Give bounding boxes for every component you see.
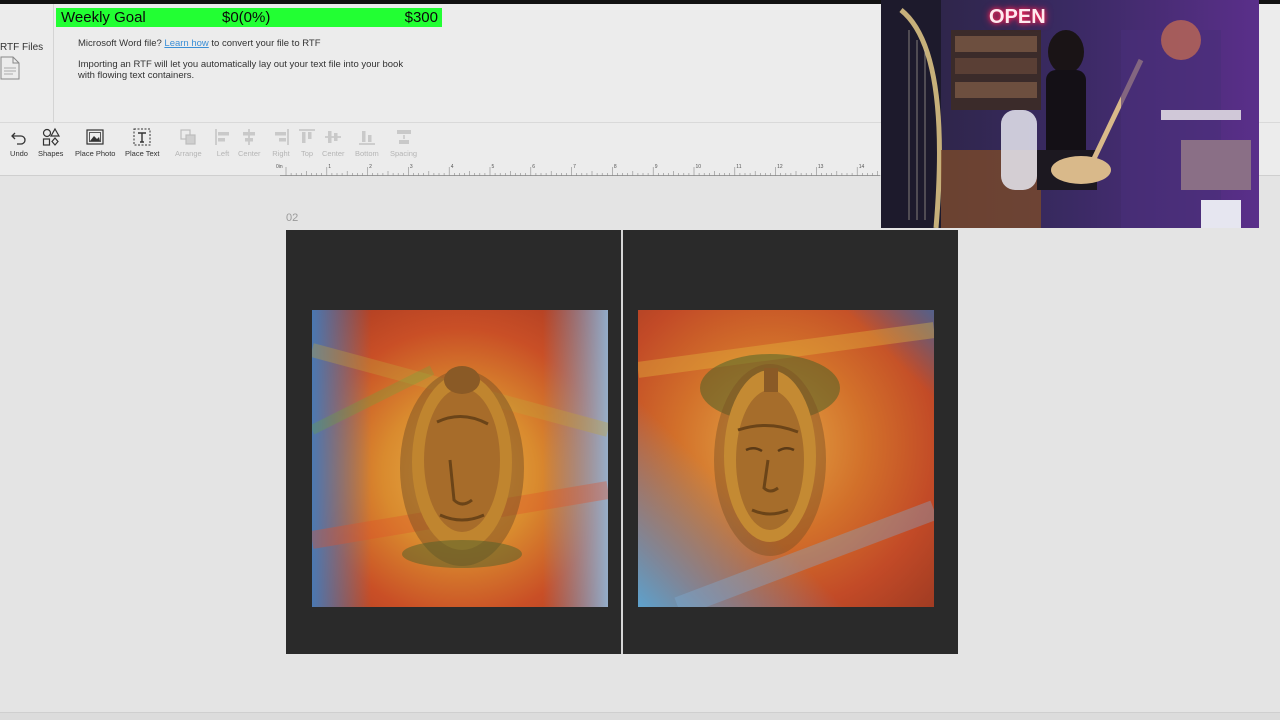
align-bottom-button[interactable]: Bottom bbox=[355, 127, 379, 161]
shapes-button[interactable]: Shapes bbox=[38, 127, 63, 161]
undo-button[interactable]: Undo bbox=[9, 127, 29, 161]
photo-icon bbox=[86, 129, 104, 145]
shapes-icon bbox=[42, 127, 60, 146]
webcam-overlay: OPEN bbox=[881, 0, 1259, 228]
weekly-goal-target: $300 bbox=[404, 9, 438, 26]
place-text-button[interactable]: Place Text bbox=[125, 127, 159, 161]
ruler-label: 14 bbox=[859, 164, 865, 170]
ruler-label: 9 bbox=[655, 164, 658, 170]
ruler-label: 12 bbox=[777, 164, 783, 170]
page-number: 02 bbox=[286, 212, 299, 224]
align-left-icon bbox=[215, 129, 229, 145]
learn-how-link[interactable]: Learn how bbox=[164, 38, 208, 49]
webcam-scene bbox=[881, 0, 1259, 228]
align-top-icon bbox=[299, 129, 315, 143]
left-page[interactable] bbox=[286, 230, 621, 654]
book-spread[interactable] bbox=[286, 230, 958, 654]
weekly-goal-current: $0(0%) bbox=[222, 9, 271, 26]
ruler-label: 13 bbox=[818, 164, 824, 170]
right-page[interactable] bbox=[623, 230, 958, 654]
rtf-files-label: RTF Files bbox=[0, 42, 44, 53]
ruler-label: 2 bbox=[369, 164, 372, 170]
align-center-h-button[interactable]: Center bbox=[238, 127, 261, 161]
align-center-v-button[interactable]: Center bbox=[322, 127, 345, 161]
undo-icon bbox=[11, 132, 26, 145]
arrange-button[interactable]: Arrange bbox=[175, 127, 202, 161]
ruler-label: 10 bbox=[696, 164, 702, 170]
weekly-goal-bar: Weekly Goal $0(0%) $300 bbox=[56, 8, 442, 27]
ruler-label: 7 bbox=[573, 164, 576, 170]
align-center-h-icon bbox=[243, 129, 256, 145]
align-top-button[interactable]: Top bbox=[297, 127, 317, 161]
ruler-label: 11 bbox=[736, 164, 741, 170]
ruler-label: 5 bbox=[492, 164, 495, 170]
ruler-label: 3 bbox=[410, 164, 413, 170]
spacing-button[interactable]: Spacing bbox=[390, 127, 417, 161]
ruler-zero-label: 0in bbox=[276, 164, 283, 170]
align-right-button[interactable]: Right bbox=[271, 127, 291, 161]
ruler-label: 1 bbox=[328, 164, 331, 170]
spacing-icon bbox=[396, 130, 411, 144]
horizontal-ruler[interactable]: 0in 1 2 3 4 5 6 7 8 9 10 11 12 13 14 bbox=[0, 162, 880, 176]
align-right-icon bbox=[275, 129, 289, 145]
place-photo-button[interactable]: Place Photo bbox=[75, 127, 115, 161]
align-left-button[interactable]: Left bbox=[213, 127, 233, 161]
open-neon-sign: OPEN bbox=[989, 6, 1046, 28]
document-icon[interactable] bbox=[0, 56, 20, 80]
arrange-icon bbox=[180, 129, 196, 145]
rtf-import-description: Importing an RTF will let you automatica… bbox=[78, 59, 404, 81]
ruler-label: 4 bbox=[451, 164, 454, 170]
word-file-hint: Microsoft Word file? Learn how to conver… bbox=[78, 38, 321, 49]
painting-left[interactable] bbox=[312, 310, 608, 607]
weekly-goal-label: Weekly Goal bbox=[61, 9, 146, 26]
align-center-v-icon bbox=[325, 131, 342, 143]
ruler-label: 8 bbox=[614, 164, 617, 170]
rtf-files-column[interactable]: RTF Files bbox=[0, 4, 54, 122]
text-icon bbox=[133, 128, 151, 146]
bottom-scrollbar[interactable] bbox=[0, 712, 1280, 720]
align-bottom-icon bbox=[358, 131, 375, 145]
ruler-label: 6 bbox=[532, 164, 535, 170]
painting-right[interactable] bbox=[638, 310, 934, 607]
